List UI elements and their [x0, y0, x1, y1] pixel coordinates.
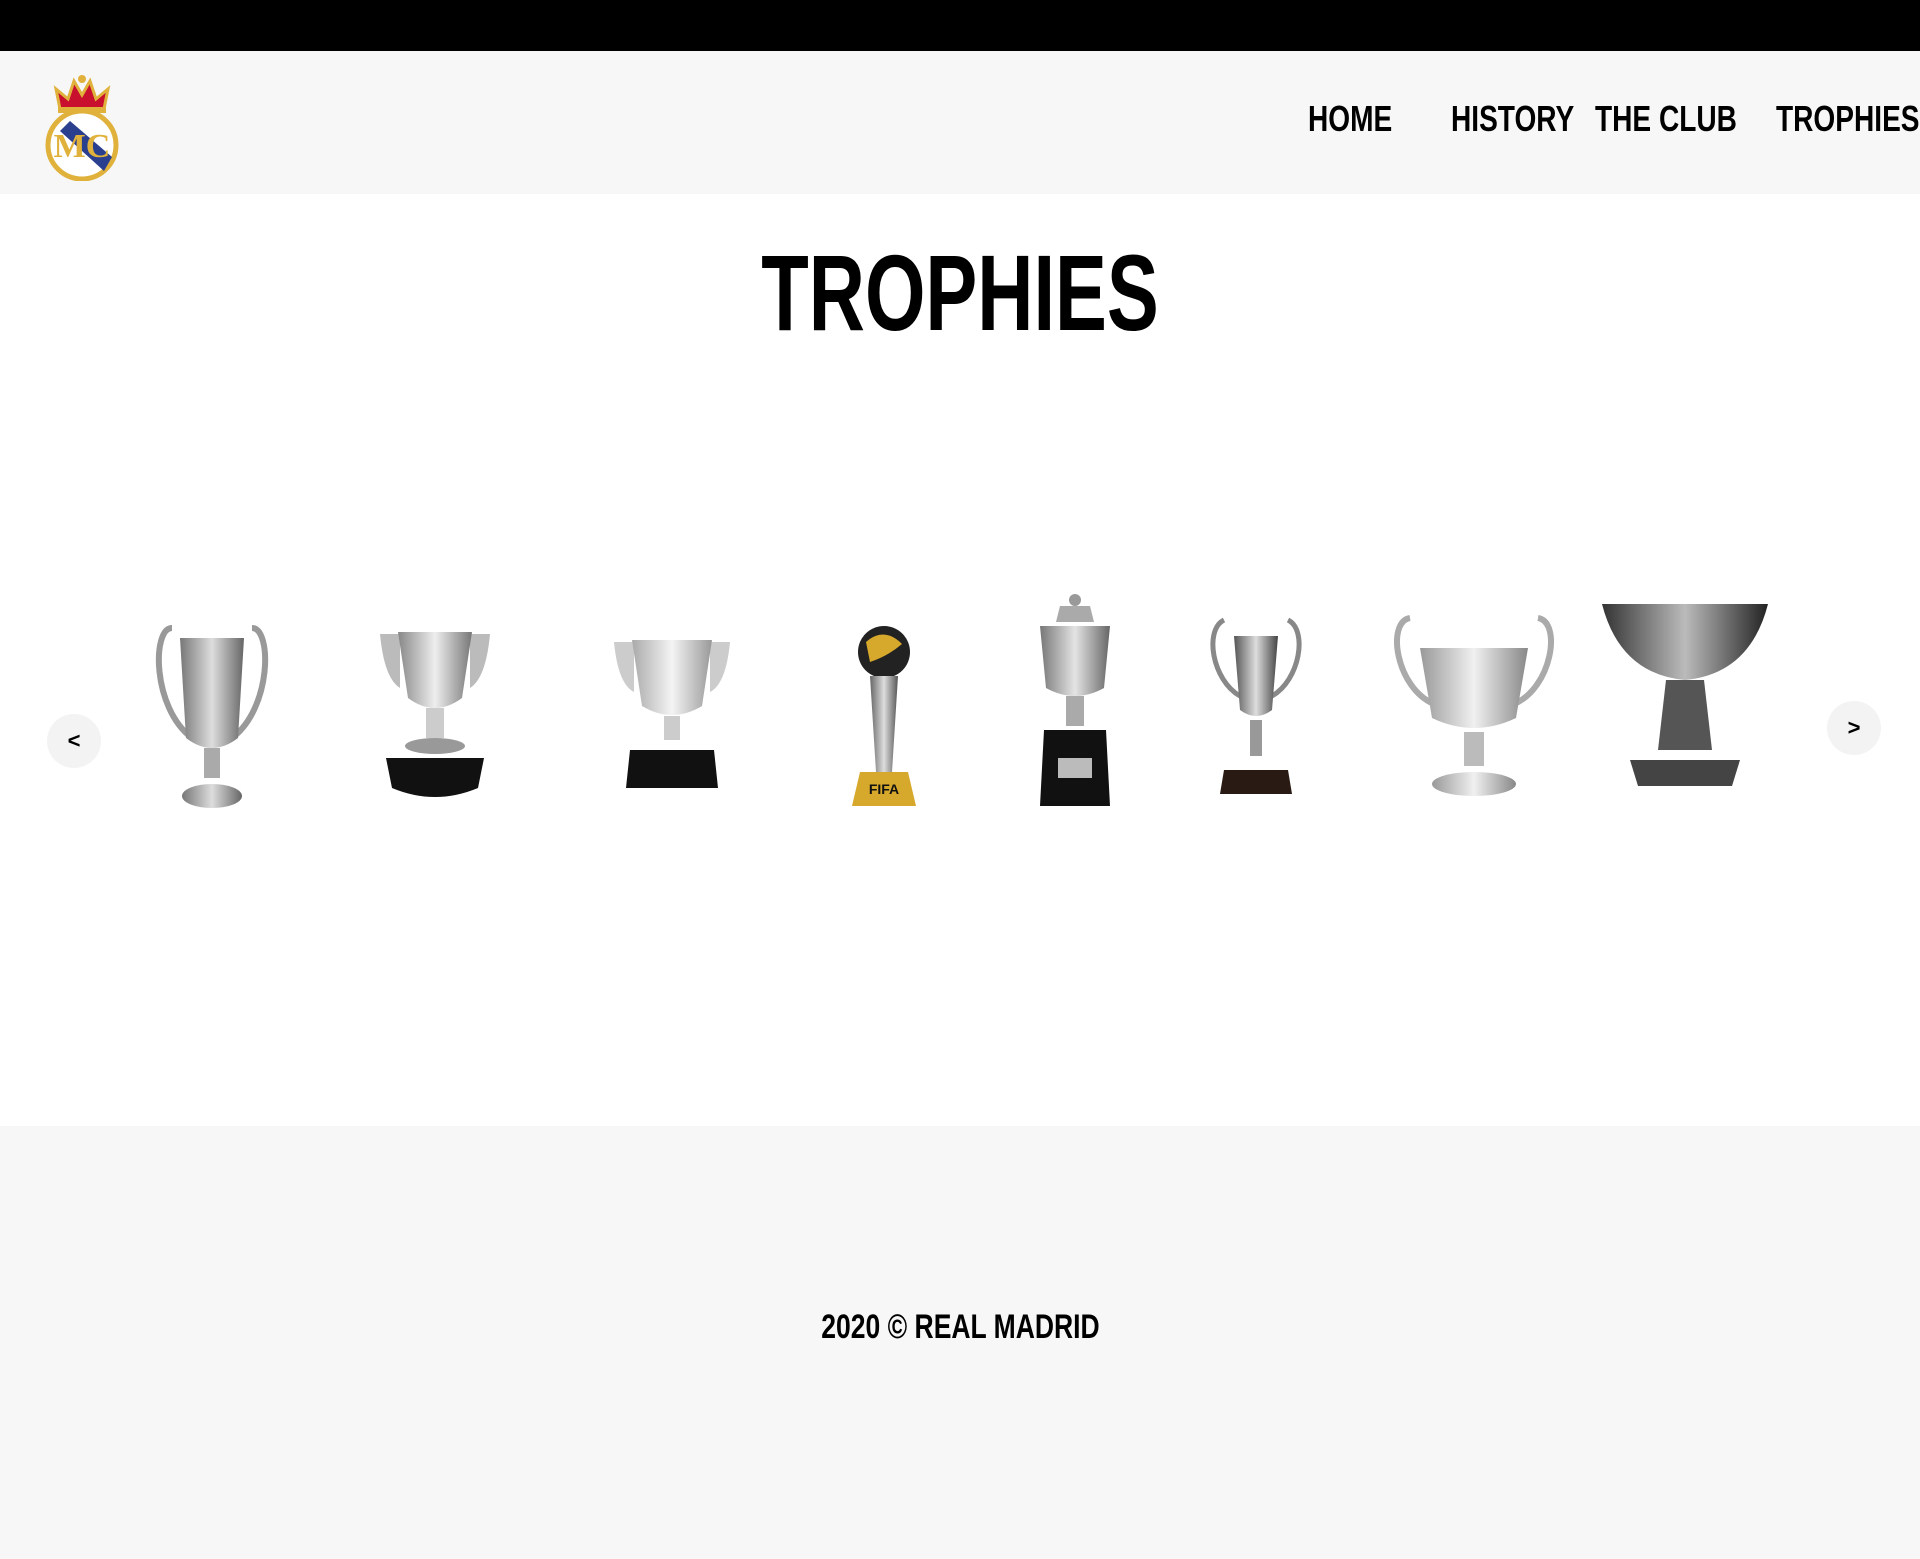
laliga-trophy-icon[interactable]: [370, 628, 500, 798]
top-black-bar: [0, 0, 1920, 51]
campeonato-nacional-liga-trophy-icon[interactable]: [610, 638, 734, 790]
nav-home[interactable]: HOME: [1308, 98, 1392, 140]
trophy-carousel: < > FIFA: [0, 580, 1920, 820]
supercopa-trophy-icon[interactable]: [1030, 592, 1120, 808]
uefa-cup-trophy-icon[interactable]: [1390, 608, 1558, 796]
carousel-prev-button[interactable]: <: [47, 714, 101, 768]
nav-trophies[interactable]: TROPHIES: [1776, 98, 1920, 140]
main-nav: HOME HISTORY THE CLUB TROPHIES: [0, 98, 1920, 148]
carousel-next-button[interactable]: >: [1827, 701, 1881, 755]
copa-del-rey-trophy-icon[interactable]: [1206, 610, 1306, 798]
prev-arrow-label: <: [67, 728, 81, 753]
site-footer: 2020 © REAL MADRID: [0, 1126, 1920, 1559]
svg-text:FIFA: FIFA: [869, 781, 899, 797]
champions-league-trophy-icon[interactable]: [152, 618, 272, 810]
page-title: TROPHIES: [0, 238, 1920, 348]
nav-the-club[interactable]: THE CLUB: [1595, 98, 1737, 140]
next-arrow-label: >: [1847, 715, 1861, 740]
copyright-text: 2020 © REAL MADRID: [0, 1308, 1920, 1347]
copyright-label: 2020 © REAL MADRID: [820, 1308, 1100, 1346]
fifa-club-world-cup-trophy-icon[interactable]: FIFA: [846, 622, 922, 806]
page-title-text: TROPHIES: [761, 232, 1159, 353]
super-cup-bowl-trophy-icon[interactable]: [1600, 600, 1770, 792]
nav-history[interactable]: HISTORY: [1451, 98, 1574, 140]
